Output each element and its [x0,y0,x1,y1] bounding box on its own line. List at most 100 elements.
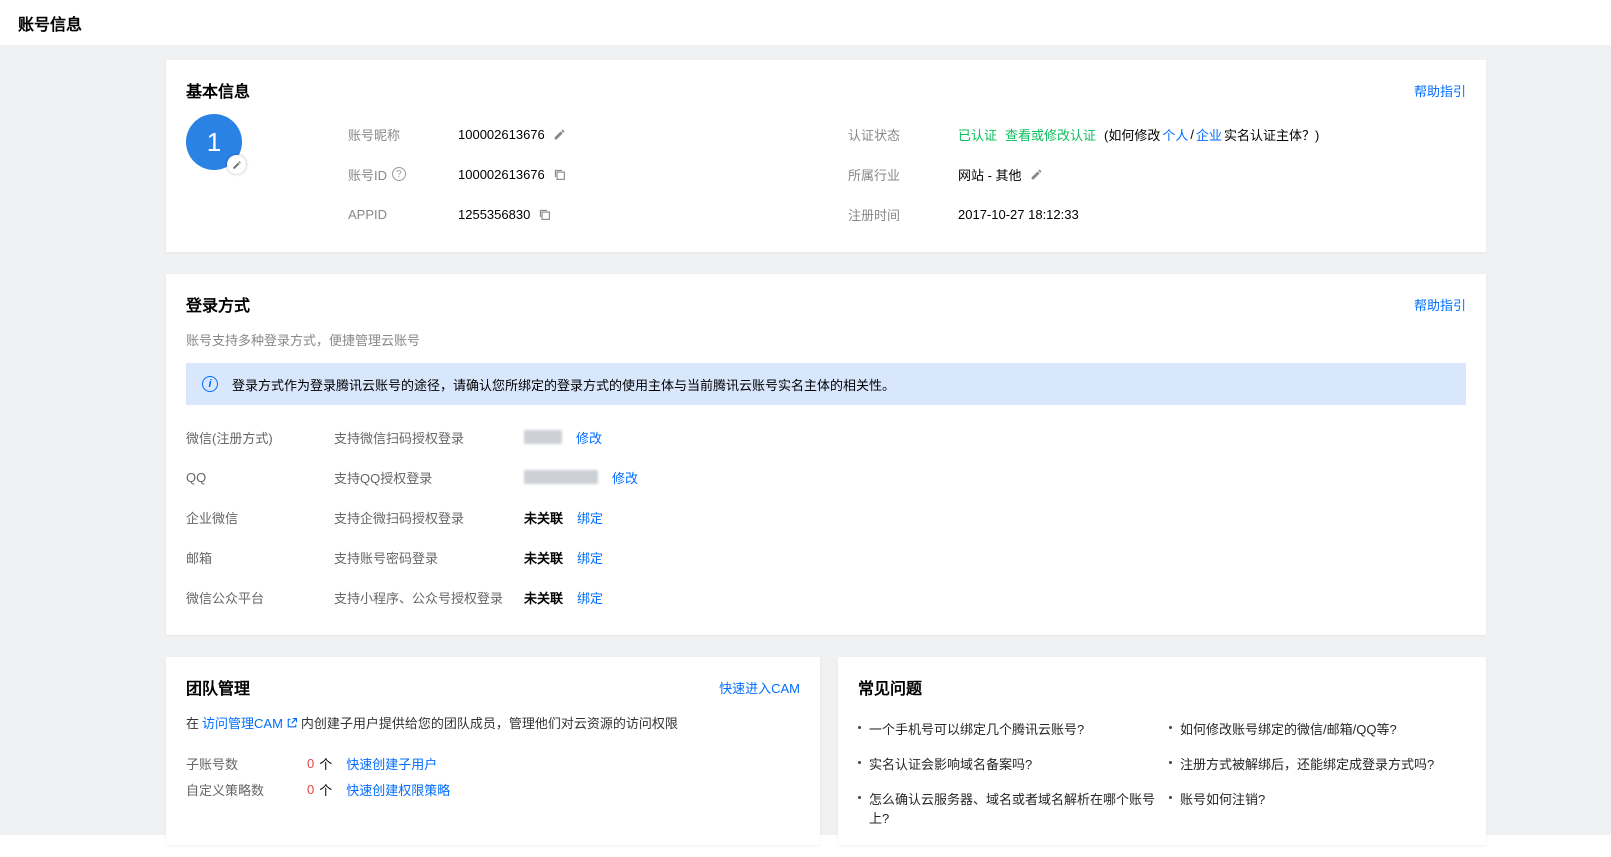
login-methods-header: 登录方式 帮助指引 [186,292,1466,316]
account-id-label: 账号ID [348,165,387,184]
page-header: 账号信息 [0,0,1611,45]
faq-link[interactable]: 怎么确认云服务器、域名或者域名解析在哪个账号上? [869,789,1155,827]
faq-link[interactable]: 一个手机号可以绑定几个腾讯云账号? [869,719,1084,738]
edit-nickname-icon[interactable] [553,128,566,141]
login-method-name: 企业微信 [186,508,334,527]
team-header: 团队管理 快速进入CAM [186,675,800,699]
faq-col-1: 一个手机号可以绑定几个腾讯云账号? 实名认证会影响域名备案吗? 怎么确认云服务器… [858,719,1155,827]
custom-policies-row: 自定义策略数 0 个 快速创建权限策略 [186,776,800,802]
create-sub-user-link[interactable]: 快速创建子用户 [346,754,437,773]
bind-wecom-link[interactable]: 绑定 [577,508,603,527]
create-policy-link[interactable]: 快速创建权限策略 [346,780,450,799]
info-icon: i [202,376,218,392]
login-subtitle: 账号支持多种登录方式，便捷管理云账号 [186,330,1466,349]
faq-link[interactable]: 实名认证会影响域名备案吗? [869,754,1032,773]
faq-link[interactable]: 如何修改账号绑定的微信/邮箱/QQ等? [1180,719,1397,738]
login-method-status: 未关联 [524,508,563,527]
auth-status-row: 认证状态 已认证 查看或修改认证 (如何修改个人/企业实名认证主体？) [848,114,1466,154]
auth-status-value: 已认证 [958,125,997,144]
basic-info-card: 基本信息 帮助指引 1 账号昵称 100002613676 [166,60,1486,252]
modify-wechat-link[interactable]: 修改 [576,428,602,447]
register-time-row: 注册时间 2017-10-27 18:12:33 [848,194,1466,234]
modify-qq-link[interactable]: 修改 [612,468,638,487]
enter-cam-link[interactable]: 快速进入CAM [719,678,800,697]
nickname-row: 账号昵称 100002613676 [348,114,848,154]
team-desc: 在 访问管理CAM 内创建子用户提供给您的团队成员，管理他们对云资源的访问权限 [186,713,800,732]
login-rows: 微信(注册方式) 支持微信扫码授权登录 修改 QQ 支持QQ授权登录 修改 [186,417,1466,617]
custom-policies-label: 自定义策略数 [186,780,307,799]
nickname-value: 100002613676 [458,127,545,142]
login-notice-banner: i 登录方式作为登录腾讯云账号的途径，请确认您所绑定的登录方式的使用主体与当前腾… [186,363,1466,405]
bullet-dot [1169,726,1172,729]
account-id-row: 账号ID ? 100002613676 [348,154,848,194]
login-method-desc: 支持账号密码登录 [334,548,524,567]
faq-link[interactable]: 账号如何注销? [1180,789,1265,808]
bullet-dot [858,796,861,799]
copy-account-id-icon[interactable] [553,168,566,181]
industry-value: 网站 - 其他 [958,165,1022,184]
bind-wechat-official-link[interactable]: 绑定 [577,588,603,607]
faq-card: 常见问题 一个手机号可以绑定几个腾讯云账号? 实名认证会影响域名备案吗? [838,657,1486,845]
login-row-wechat: 微信(注册方式) 支持微信扫码授权登录 修改 [186,417,1466,457]
bottom-row: 团队管理 快速进入CAM 在 访问管理CAM 内创建子用户提供给您的团队成员，管… [166,657,1611,845]
sub-accounts-label: 子账号数 [186,754,307,773]
account-id-help-icon[interactable]: ? [392,167,406,181]
cam-inline-link[interactable]: 访问管理CAM [202,713,283,732]
register-time-label: 注册时间 [848,205,958,224]
masked-qq-value [524,470,598,484]
faq-item: 实名认证会影响域名备案吗? [858,754,1155,773]
page-title: 账号信息 [18,11,82,35]
auth-slash: / [1190,127,1194,142]
basic-fields-right: 认证状态 已认证 查看或修改认证 (如何修改个人/企业实名认证主体？) 所属行业… [848,114,1466,234]
industry-label: 所属行业 [848,165,958,184]
faq-header: 常见问题 [858,675,1466,699]
auth-modify-link[interactable]: 查看或修改认证 [1005,125,1096,144]
auth-enterprise-link[interactable]: 企业 [1196,125,1222,144]
basic-help-link[interactable]: 帮助指引 [1414,81,1466,100]
register-time-value: 2017-10-27 18:12:33 [958,207,1079,222]
bullet-dot [1169,796,1172,799]
faq-item: 注册方式被解绑后，还能绑定成登录方式吗? [1169,754,1466,773]
bullet-dot [858,761,861,764]
team-desc-suffix: 内创建子用户提供给您的团队成员，管理他们对云资源的访问权限 [301,713,678,732]
faq-link[interactable]: 注册方式被解绑后，还能绑定成登录方式吗? [1180,754,1434,773]
faq-title: 常见问题 [858,675,922,699]
login-help-link[interactable]: 帮助指引 [1414,295,1466,314]
login-method-name: 邮箱 [186,548,334,567]
auth-hint-prefix: (如何修改 [1104,125,1160,144]
login-row-wechat-official: 微信公众平台 支持小程序、公众号授权登录 未关联 绑定 [186,577,1466,617]
sub-accounts-count: 0 [307,756,314,771]
basic-info-body: 1 账号昵称 100002613676 [186,114,1466,234]
login-methods-card: 登录方式 帮助指引 账号支持多种登录方式，便捷管理云账号 i 登录方式作为登录腾… [166,274,1486,635]
external-link-icon[interactable] [286,717,298,729]
appid-row: APPID 1255356830 [348,194,848,234]
faq-columns: 一个手机号可以绑定几个腾讯云账号? 实名认证会影响域名备案吗? 怎么确认云服务器… [858,719,1466,827]
basic-fields-left: 账号昵称 100002613676 账号ID ? [348,114,848,234]
login-method-desc: 支持小程序、公众号授权登录 [334,588,524,607]
faq-item: 账号如何注销? [1169,789,1466,808]
account-id-value: 100002613676 [458,167,545,182]
faq-item: 一个手机号可以绑定几个腾讯云账号? [858,719,1155,738]
industry-row: 所属行业 网站 - 其他 [848,154,1466,194]
bind-email-link[interactable]: 绑定 [577,548,603,567]
auth-hint-suffix: 实名认证主体？) [1224,125,1319,144]
login-methods-title: 登录方式 [186,292,250,316]
bullet-dot [1169,761,1172,764]
pencil-icon [232,160,242,170]
edit-industry-icon[interactable] [1030,168,1043,181]
auth-personal-link[interactable]: 个人 [1162,125,1188,144]
avatar-edit-icon[interactable] [227,155,246,174]
login-method-desc: 支持QQ授权登录 [334,468,524,487]
login-method-name: 微信(注册方式) [186,428,334,447]
copy-appid-icon[interactable] [538,208,551,221]
avatar-wrap: 1 [186,114,348,234]
page: 账号信息 基本信息 帮助指引 1 账号昵称 [0,0,1611,835]
team-desc-prefix: 在 [186,713,199,732]
masked-wechat-value [524,430,562,444]
avatar-text: 1 [207,127,221,158]
basic-info-title: 基本信息 [186,78,250,102]
team-title: 团队管理 [186,675,250,699]
login-row-qq: QQ 支持QQ授权登录 修改 [186,457,1466,497]
faq-item: 怎么确认云服务器、域名或者域名解析在哪个账号上? [858,789,1155,827]
login-method-desc: 支持企微扫码授权登录 [334,508,524,527]
